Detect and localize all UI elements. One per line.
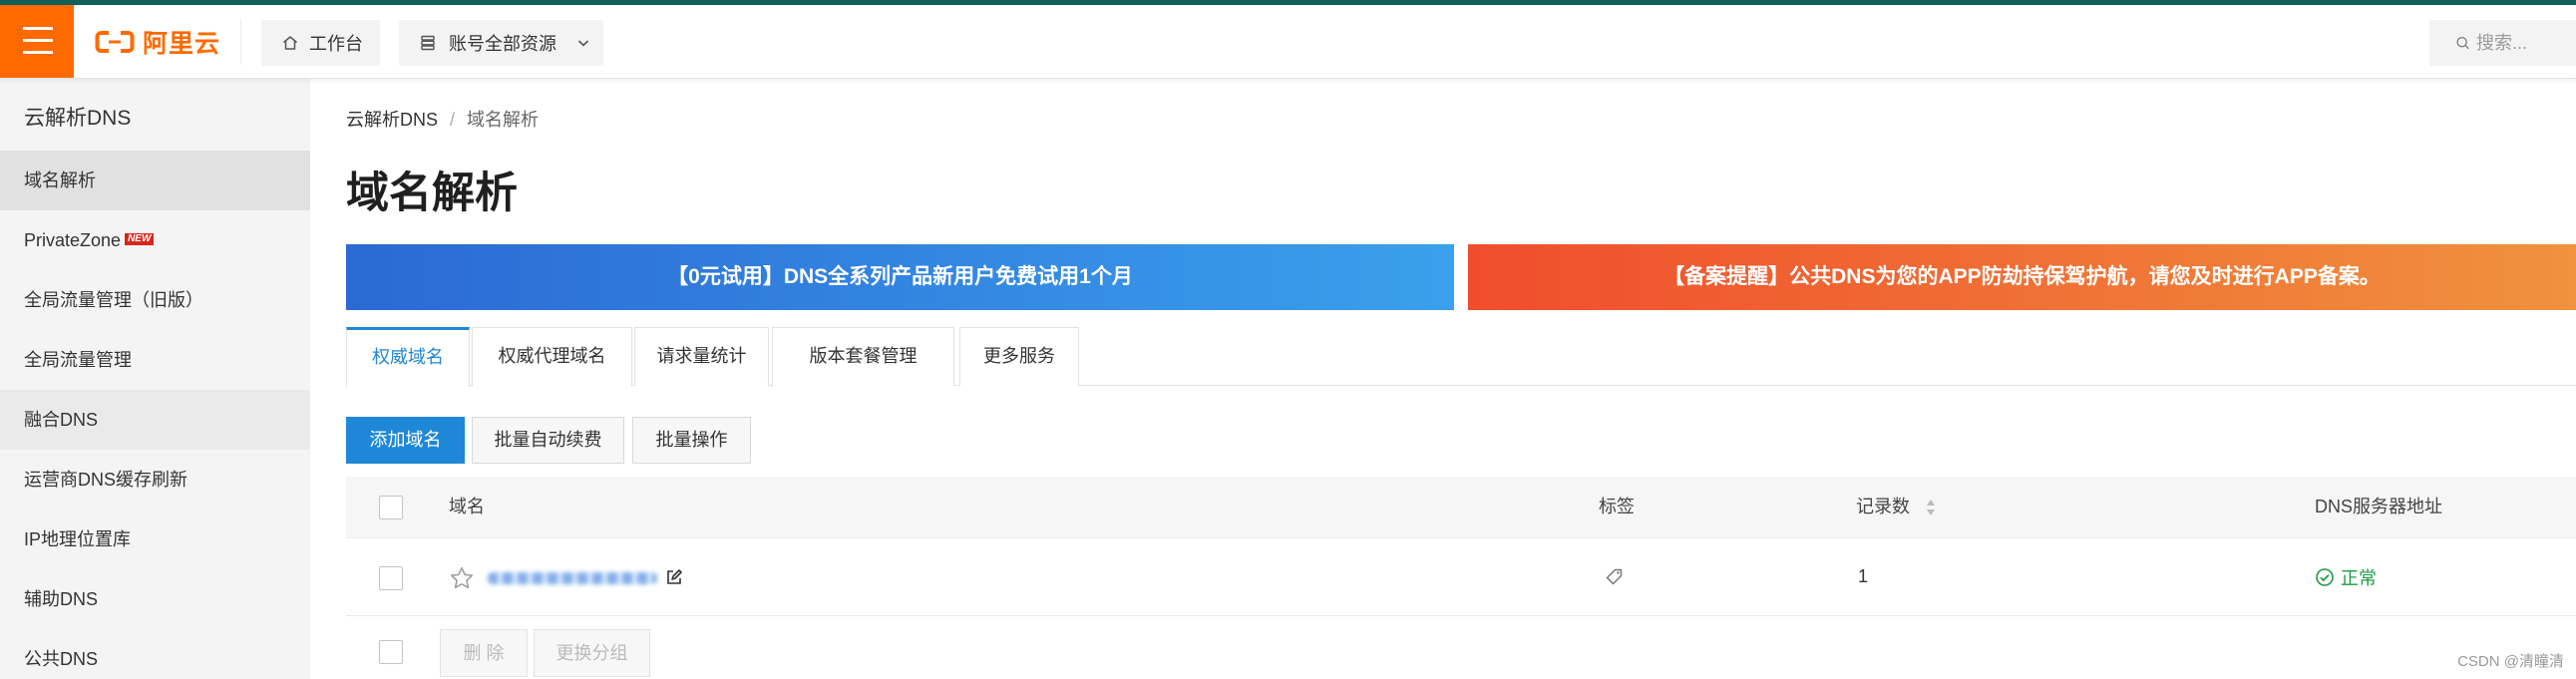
product-sidebar: 云解析DNS 域名解析 PrivateZone NEW 全局流量管理（旧版） 全局… — [0, 79, 310, 679]
sidebar-item-public-dns[interactable]: 公共DNS — [0, 629, 310, 679]
sidebar-item-label: 全局流量管理（旧版） — [24, 290, 203, 310]
breadcrumb-link-root[interactable]: 云解析DNS — [346, 110, 438, 130]
header-divider — [240, 19, 241, 65]
column-header-tags: 标签 — [1599, 497, 1635, 516]
chevron-down-icon — [577, 40, 589, 47]
aliyun-logo-icon — [95, 30, 135, 53]
hamburger-icon — [23, 27, 53, 54]
bulk-actions-bar: 删 除 更换分组 — [346, 616, 2576, 679]
dns-status-text: 正常 — [2341, 567, 2377, 588]
breadcrumb: 云解析DNS / 域名解析 — [346, 108, 539, 132]
sidebar-item-label: IP地理位置库 — [24, 529, 132, 549]
menu-toggle-button[interactable] — [0, 5, 74, 78]
resource-scope-dropdown[interactable]: 账号全部资源 — [399, 20, 603, 66]
breadcrumb-current: 域名解析 — [467, 110, 540, 130]
sidebar-item-label: 辅助DNS — [24, 589, 99, 609]
sidebar-item-label: PrivateZone — [24, 230, 122, 250]
delete-button[interactable]: 删 除 — [440, 629, 528, 677]
row-select-checkbox[interactable] — [379, 566, 403, 590]
dns-server-status: 正常 — [2315, 538, 2377, 615]
column-header-domain: 域名 — [449, 497, 485, 516]
bulk-select-checkbox[interactable] — [379, 640, 403, 664]
search-icon — [2456, 36, 2469, 50]
top-navigation-bar: 阿里云 工作台 账号全部资源 — [0, 5, 2576, 79]
resource-scope-label: 账号全部资源 — [449, 34, 556, 54]
column-header-records[interactable]: 记录数 — [1856, 477, 1910, 537]
tab-authoritative-domains[interactable]: 权威域名 — [346, 327, 470, 387]
edit-icon[interactable] — [665, 568, 683, 586]
select-all-checkbox[interactable] — [379, 496, 403, 519]
promo-banner-free-trial[interactable]: 【0元试用】DNS全系列产品新用户免费试用1个月 — [346, 244, 1454, 310]
sidebar-item-label: 融合DNS — [24, 410, 99, 430]
sidebar-item-converged-dns[interactable]: 融合DNS — [0, 390, 310, 450]
tab-edition-plan-management[interactable]: 版本套餐管理 — [772, 327, 954, 386]
global-search[interactable] — [2429, 20, 2576, 66]
promo-banner-icp-reminder[interactable]: 【备案提醒】公共DNS为您的APP防劫持保驾护航，请您及时进行APP备案。 — [1468, 244, 2576, 310]
tab-request-statistics[interactable]: 请求量统计 — [634, 327, 769, 386]
sidebar-product-title: 云解析DNS — [24, 107, 132, 130]
watermark: CSDN @清瞳清 — [2457, 653, 2564, 670]
page-title: 域名解析 — [346, 170, 518, 217]
domain-table-header: 域名 标签 记录数 DNS服务器地址 — [346, 477, 2576, 538]
resource-group-icon — [421, 35, 435, 51]
check-circle-icon — [2316, 567, 2334, 586]
logo-text: 阿里云 — [143, 29, 221, 58]
workbench-button[interactable]: 工作台 — [261, 20, 380, 66]
sidebar-item-label: 域名解析 — [24, 170, 96, 190]
home-icon — [283, 36, 297, 50]
add-domain-button[interactable]: 添加域名 — [346, 417, 465, 464]
star-icon[interactable] — [449, 565, 475, 591]
domain-name-redacted[interactable] — [488, 572, 657, 584]
sort-icon[interactable] — [1926, 498, 1936, 517]
batch-operations-button[interactable]: 批量操作 — [632, 417, 751, 464]
batch-auto-renew-button[interactable]: 批量自动续费 — [472, 417, 624, 464]
aliyun-logo[interactable]: 阿里云 — [95, 5, 220, 78]
search-input[interactable] — [2476, 32, 2576, 54]
new-badge: NEW — [125, 233, 155, 246]
sidebar-item-ip-geo-library[interactable]: IP地理位置库 — [0, 509, 310, 569]
tag-icon[interactable] — [1605, 567, 1625, 587]
sidebar-item-secondary-dns[interactable]: 辅助DNS — [0, 569, 310, 629]
sidebar-item-label: 公共DNS — [24, 649, 99, 669]
table-row: 1 正常 — [346, 538, 2576, 616]
record-count[interactable]: 1 — [1858, 538, 1868, 615]
column-header-dns-servers: DNS服务器地址 — [2315, 497, 2443, 516]
sidebar-item-label: 全局流量管理 — [24, 350, 132, 370]
sidebar-item-gtm[interactable]: 全局流量管理 — [0, 330, 310, 390]
sidebar-item-isp-cache-refresh[interactable]: 运营商DNS缓存刷新 — [0, 450, 310, 509]
change-group-button[interactable]: 更换分组 — [534, 629, 650, 677]
sidebar-item-gtm-legacy[interactable]: 全局流量管理（旧版） — [0, 270, 310, 330]
sidebar-item-label: 运营商DNS缓存刷新 — [24, 470, 188, 490]
tab-more-services[interactable]: 更多服务 — [959, 327, 1079, 386]
sidebar-item-privatezone[interactable]: PrivateZone NEW — [0, 210, 310, 270]
workbench-label: 工作台 — [309, 34, 363, 54]
tab-authoritative-proxy-domains[interactable]: 权威代理域名 — [472, 327, 632, 386]
sidebar-item-domain-resolution[interactable]: 域名解析 — [0, 151, 310, 210]
breadcrumb-separator: / — [450, 110, 456, 130]
